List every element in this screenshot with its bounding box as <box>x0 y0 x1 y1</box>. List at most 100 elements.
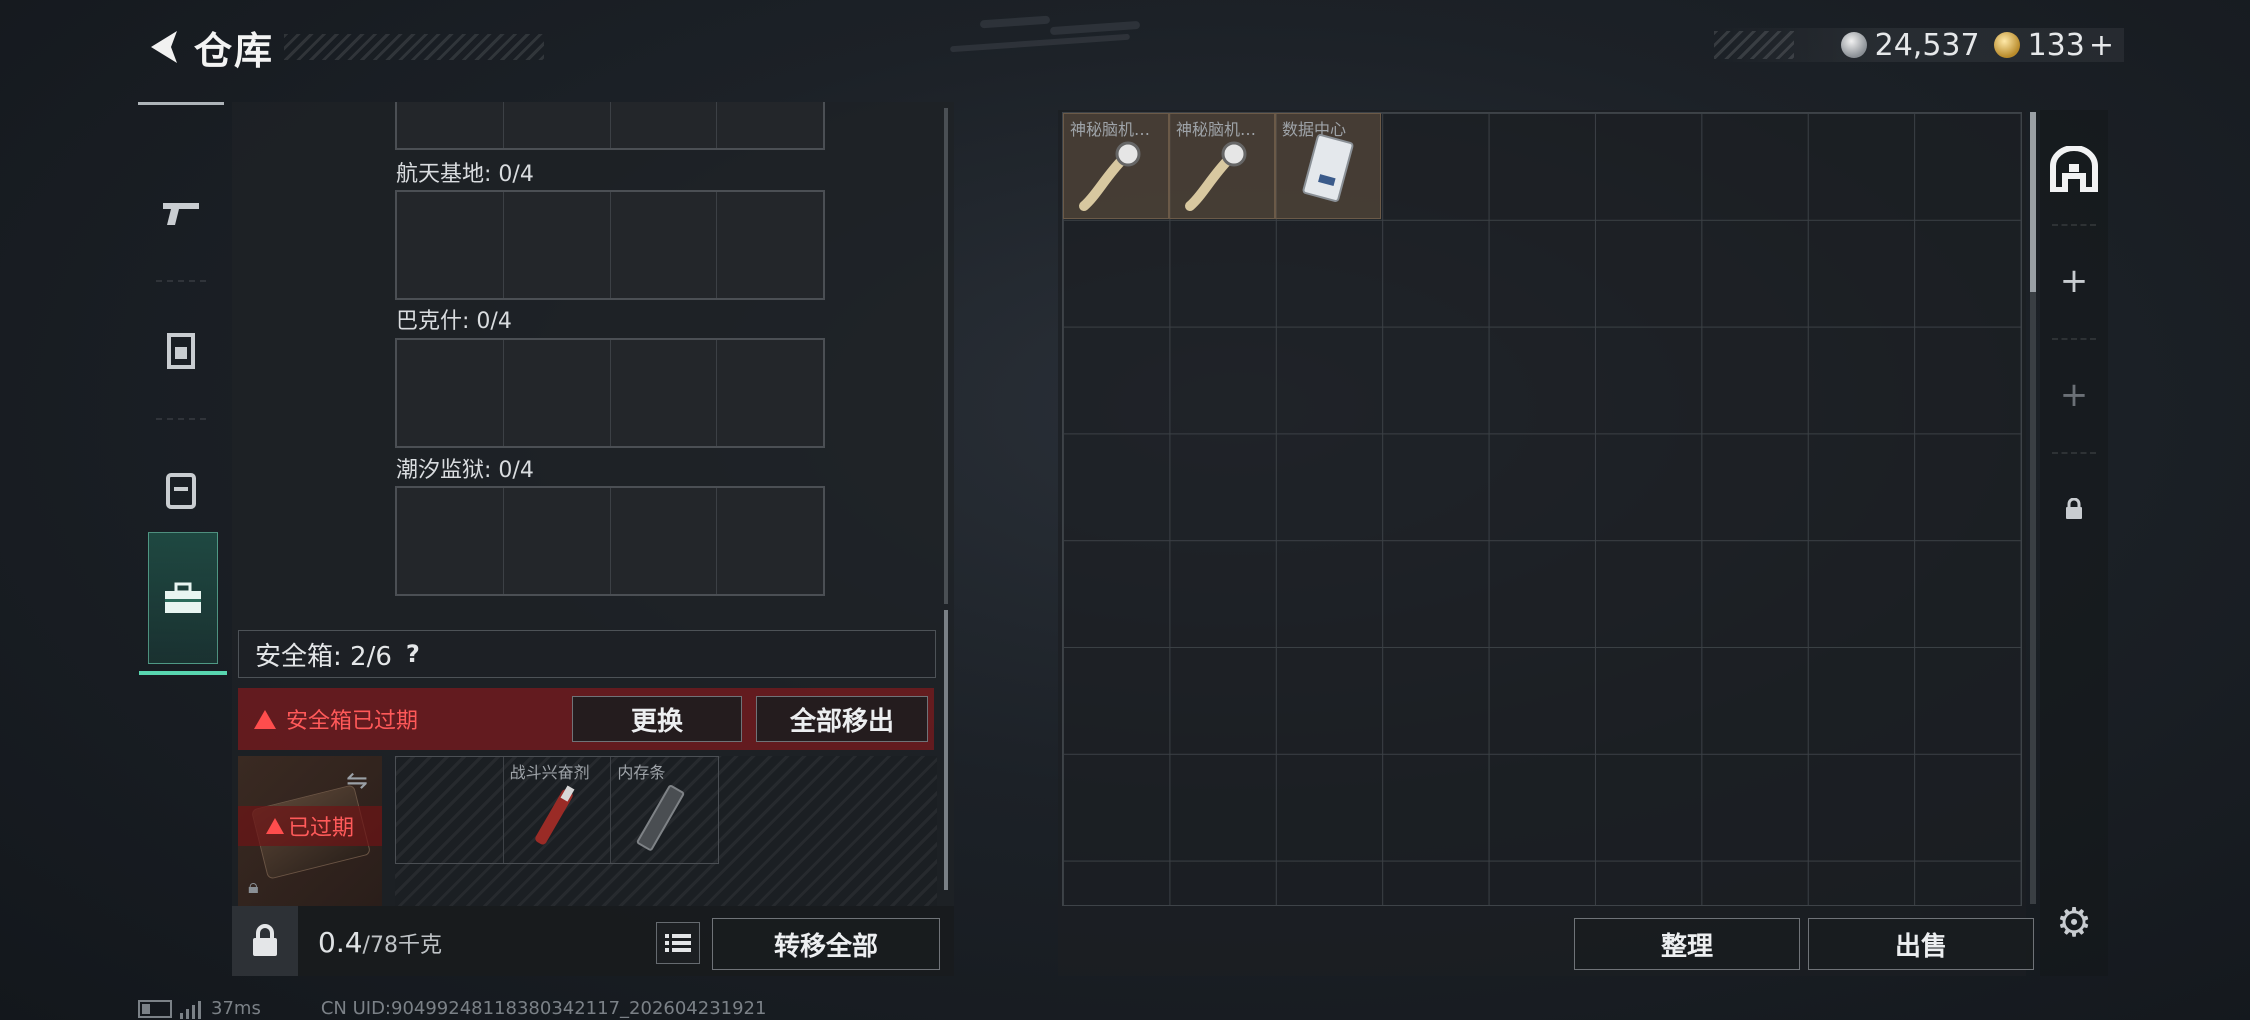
settings-button[interactable]: ⚙ <box>2040 870 2108 976</box>
map-label: 巴克什: 0/4 <box>396 309 512 334</box>
transfer-all-button[interactable]: 转移全部 <box>712 918 940 970</box>
warning-icon <box>265 818 284 834</box>
category-tabs <box>138 102 227 676</box>
back-arrow-icon[interactable] <box>140 22 190 72</box>
stash-item[interactable]: 数据中心 <box>1275 113 1381 219</box>
map-slot-row <box>395 338 825 448</box>
locked-stash-page[interactable] <box>2040 454 2108 564</box>
slot[interactable] <box>611 192 718 298</box>
slot[interactable] <box>717 102 823 148</box>
add-stash-page-button-disabled[interactable]: + <box>2040 340 2108 450</box>
slot[interactable] <box>504 192 611 298</box>
lock-icon: 🔒︎ <box>248 874 259 898</box>
remove-all-button[interactable]: 全部移出 <box>756 696 928 742</box>
safebox-item[interactable]: ⇋ 已过期 🔒︎ <box>238 756 382 906</box>
plus-icon: + <box>2059 375 2089 415</box>
user-uid: CN UID:90499248118380342117_202604231921 <box>320 998 767 1019</box>
slot[interactable] <box>504 102 611 148</box>
help-button[interactable]: ? <box>406 640 420 668</box>
stash-home-icon <box>2050 146 2098 192</box>
stash-scrollbar-thumb[interactable] <box>2030 112 2036 292</box>
slot[interactable] <box>611 102 718 148</box>
plus-icon: + <box>2059 261 2089 301</box>
slot[interactable] <box>397 340 504 446</box>
add-stash-page-button[interactable]: + <box>2040 226 2108 336</box>
tab-weapons[interactable] <box>138 144 224 282</box>
armor-icon <box>167 333 195 369</box>
gold-coin-icon <box>1993 32 2020 58</box>
weight-value: 0.4 <box>318 926 363 959</box>
list-view-button[interactable] <box>656 922 700 964</box>
background-streak <box>950 33 1130 53</box>
brain-chip-icon <box>1079 141 1141 211</box>
stash-item[interactable]: 神秘脑机… <box>1169 113 1275 219</box>
map-slot-row <box>395 486 825 596</box>
safebox-header: 安全箱: 2/6 ? <box>238 630 936 678</box>
safebox-slot-empty[interactable] <box>396 757 504 863</box>
sort-button[interactable]: 整理 <box>1574 918 1800 970</box>
map-label: 潮汐监狱: 0/4 <box>396 458 534 483</box>
replace-button[interactable]: 更换 <box>572 696 742 742</box>
weight-lock-icon <box>253 924 277 956</box>
expired-tag: 已过期 <box>238 806 382 846</box>
slot[interactable] <box>717 192 823 298</box>
currency-bar: 24,537 133 + <box>1714 27 2124 63</box>
tab-safebox[interactable] <box>139 532 227 675</box>
safebox-slot[interactable]: 内存条 <box>611 757 718 863</box>
stash-page-1[interactable] <box>2040 114 2108 224</box>
stash-grid: 神秘脑机… 神秘脑机… 数据中心 <box>1062 112 2022 906</box>
active-tab-indicator <box>139 671 227 675</box>
add-currency-button[interactable]: + <box>2089 28 2114 63</box>
currency-decoration <box>1714 31 1794 59</box>
safebox-cells: 战斗兴奋剂 内存条 <box>395 756 719 864</box>
map-label: 航天基地: 0/4 <box>396 162 534 187</box>
stash-scrollbar[interactable] <box>2030 112 2036 904</box>
expired-warning-text: 安全箱已过期 <box>286 709 419 734</box>
swap-icon[interactable]: ⇋ <box>346 766 368 796</box>
gear-icon: ⚙ <box>2056 900 2092 946</box>
slot[interactable] <box>504 340 611 446</box>
toolbox-icon <box>165 582 201 613</box>
left-scrollbar-thumb[interactable] <box>944 610 948 890</box>
left-scrollbar-track[interactable] <box>944 108 948 604</box>
signal-icon <box>180 999 201 1019</box>
slot[interactable] <box>611 488 718 594</box>
lock-icon <box>2066 498 2082 519</box>
brain-chip-icon <box>1185 141 1247 211</box>
stash-item[interactable]: 神秘脑机… <box>1063 113 1169 219</box>
slot[interactable] <box>397 192 504 298</box>
sell-button[interactable]: 出售 <box>1808 918 2034 970</box>
silver-amount: 24,537 <box>1874 27 1980 63</box>
stimulant-icon <box>534 785 575 845</box>
silver-coin-icon <box>1840 32 1867 58</box>
background-streak <box>979 15 1051 29</box>
slot[interactable] <box>717 340 823 446</box>
safebox-grid: 战斗兴奋剂 内存条 <box>395 756 937 906</box>
weight-readout: 0.4/78千克 <box>318 926 442 959</box>
lock-button[interactable] <box>232 906 298 976</box>
slot[interactable] <box>611 340 718 446</box>
tab-armor[interactable] <box>138 282 224 420</box>
map-slot-row <box>395 190 825 300</box>
gold-amount: 133 <box>2027 27 2085 63</box>
title-decoration <box>284 34 545 60</box>
data-card-icon <box>1302 134 1354 202</box>
weight-capacity: /78千克 <box>362 933 442 958</box>
warning-icon <box>254 709 276 729</box>
tab-top-line <box>138 102 224 105</box>
slot[interactable] <box>717 488 823 594</box>
memory-stick-icon <box>637 785 685 851</box>
map-slot-row <box>395 102 825 150</box>
slot[interactable] <box>397 488 504 594</box>
header: 仓库 <box>140 22 545 73</box>
slot[interactable] <box>504 488 611 594</box>
slot[interactable] <box>397 102 504 148</box>
safebox-slot[interactable]: 战斗兴奋剂 <box>504 757 612 863</box>
list-icon <box>665 934 691 952</box>
ping-value: 37ms <box>211 998 261 1019</box>
page-title: 仓库 <box>194 28 275 73</box>
pistol-icon <box>163 203 199 225</box>
status-bar: 37ms CN UID:90499248118380342117_2026042… <box>138 998 766 1019</box>
safebox-capacity: 安全箱: 2/6 <box>255 641 392 672</box>
battery-icon <box>138 999 172 1018</box>
